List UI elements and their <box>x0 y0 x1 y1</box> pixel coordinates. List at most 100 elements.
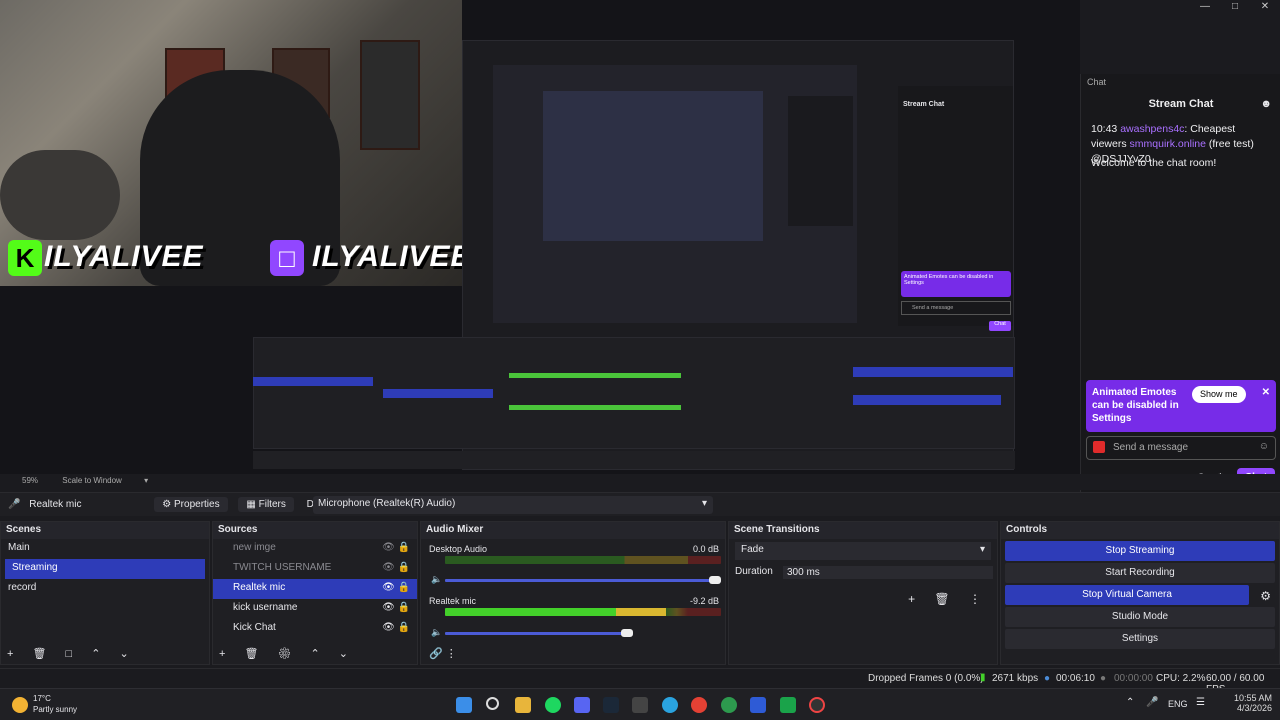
filters-button[interactable]: ▦ Filters <box>238 497 294 512</box>
eye-hidden-icon[interactable]: 👁 🔒 <box>382 542 410 553</box>
transition-toolbar[interactable]: + 🗑 ⋮ <box>908 592 989 606</box>
eye-icon[interactable]: 👁 🔒 <box>382 622 410 633</box>
mixer-toolbar[interactable]: 🔗 ⋮ <box>429 647 457 660</box>
steam-icon[interactable] <box>603 697 619 713</box>
device-select[interactable]: Microphone (Realtek(R) Audio) ▾ <box>313 496 713 514</box>
transitions-title: Scene Transitions <box>729 522 997 539</box>
volume-slider[interactable] <box>445 579 721 582</box>
close-icon[interactable]: ✕ <box>1262 386 1270 399</box>
source-name: Realtek mic <box>233 582 286 593</box>
scene-item[interactable]: Streaming <box>5 559 205 579</box>
clock[interactable]: 10:55 AM 4/3/2026 <box>1232 693 1272 713</box>
source-name: new imge <box>233 542 276 553</box>
app-icon[interactable] <box>750 697 766 713</box>
telegram-icon[interactable] <box>662 697 678 713</box>
discord-icon[interactable] <box>574 697 590 713</box>
source-item[interactable]: TWITCH USERNAME 👁 🔒 <box>213 559 417 579</box>
gear-icon[interactable]: ⚙ <box>1260 589 1271 603</box>
spotify-icon[interactable] <box>545 697 561 713</box>
source-toolbar[interactable]: + 🗑 ⚙ ⌃ ⌄ <box>219 647 356 660</box>
signal-icon: ▮ <box>980 672 986 683</box>
minimize-button[interactable]: — <box>1190 0 1220 14</box>
send-message-input[interactable]: Send a message ☺ <box>1086 436 1276 460</box>
stop-virtual-camera-button[interactable]: Stop Virtual Camera <box>1005 585 1249 605</box>
scenes-title: Scenes <box>1 522 209 539</box>
language[interactable]: ENG <box>1168 699 1188 709</box>
source-item[interactable]: Kick Chat 👁 🔒 <box>213 619 417 639</box>
clock-date: 4/3/2026 <box>1236 703 1272 713</box>
chevron-down-icon: ▾ <box>701 498 707 509</box>
chat-msg-user[interactable]: awashpens4c <box>1120 123 1184 135</box>
scene-toolbar[interactable]: + 🗑 □ ⌃ ⌄ <box>7 647 137 660</box>
eye-icon[interactable]: 👁 🔒 <box>382 582 410 593</box>
taskbar: 17°C Partly sunny ⌃ 🎤 ENG ☰ 10:55 AM 4/3… <box>0 688 1280 720</box>
mic-icon[interactable]: 🎤 <box>1146 697 1158 708</box>
start-icon[interactable] <box>456 697 472 713</box>
wifi-icon[interactable]: ☰ <box>1196 697 1205 708</box>
source-item[interactable]: kick username 👁 🔒 <box>213 599 417 619</box>
scenes-dock: Scenes Main Streaming record + 🗑 □ ⌃ ⌄ <box>0 521 210 665</box>
volume-knob[interactable] <box>709 576 721 584</box>
eye-hidden-icon[interactable]: 👁 🔒 <box>382 562 410 573</box>
channel-db: 0.0 dB <box>692 544 719 554</box>
zoom-percent[interactable]: 59% <box>22 476 38 485</box>
transition-select[interactable]: Fade ▾ <box>735 542 991 560</box>
settings-button[interactable]: Settings <box>1005 629 1275 649</box>
properties-button[interactable]: ⚙ Properties <box>154 497 228 512</box>
emote-picker-icon[interactable]: ☺ <box>1259 441 1269 452</box>
search-icon[interactable] <box>486 697 499 710</box>
user-settings-icon[interactable]: ☻ <box>1260 98 1272 110</box>
preview-canvas[interactable]: K ILYALIVEE □ ILYALIVEE Stream Chat Anim… <box>0 0 1080 474</box>
channel-name: Desktop Audio <box>429 544 488 554</box>
nested-emote-notice: Animated Emotes can be disabled in Setti… <box>901 271 1011 297</box>
maximize-button[interactable]: □ <box>1220 0 1250 14</box>
studio-mode-button[interactable]: Studio Mode <box>1005 607 1275 627</box>
eye-icon[interactable]: 👁 🔒 <box>382 602 410 613</box>
twitch-logo-icon: □ <box>270 240 304 276</box>
emote-notice-text: Animated Emotes can be disabled in Setti… <box>1092 387 1179 424</box>
source-name: kick username <box>233 602 298 613</box>
weather-icon[interactable] <box>12 697 28 713</box>
twitch-username-overlay: ILYALIVEE <box>312 240 462 273</box>
source-name: TWITCH USERNAME <box>233 562 332 573</box>
chevron-down-icon[interactable]: ▾ <box>144 476 148 485</box>
volume-slider[interactable] <box>445 632 633 635</box>
sources-dock: Sources new imge 👁 🔒 TWITCH USERNAME 👁 🔒 R… <box>212 521 418 665</box>
clock-time: 10:55 AM <box>1233 693 1272 703</box>
transition-type: Fade <box>741 544 764 555</box>
source-item[interactable]: Realtek mic 👁 🔒 <box>213 579 417 599</box>
duration-input[interactable]: 300 ms <box>783 566 993 579</box>
close-button[interactable]: ✕ <box>1250 0 1280 14</box>
nested-obs-capture: Stream Chat Animated Emotes can be disab… <box>253 40 1015 470</box>
zoom-mode[interactable]: Scale to Window <box>62 476 122 485</box>
controls-title: Controls <box>1001 522 1279 539</box>
chat-welcome: Welcome to the chat room! <box>1091 157 1217 169</box>
show-me-button[interactable]: Show me <box>1192 386 1246 403</box>
app-icon[interactable] <box>780 697 796 713</box>
transitions-dock: Scene Transitions Fade ▾ Duration 300 ms… <box>728 521 998 665</box>
selected-source-name: Realtek mic <box>29 499 82 510</box>
record-icon: ● <box>1100 673 1107 684</box>
bitrate: 2671 kbps <box>992 673 1039 684</box>
scene-item[interactable]: Main <box>1 539 209 559</box>
chrome-icon[interactable] <box>691 697 707 713</box>
dropped-frames: Dropped Frames 0 (0.0%) <box>868 673 984 684</box>
start-recording-button[interactable]: Start Recording <box>1005 563 1275 583</box>
chrome-profile-icon[interactable] <box>721 697 737 713</box>
tray-chevron-icon[interactable]: ⌃ <box>1126 697 1134 708</box>
stop-streaming-button[interactable]: Stop Streaming <box>1005 541 1275 561</box>
nested-chat-button: Chat <box>989 321 1011 331</box>
speaker-icon[interactable]: 🔈 <box>431 574 442 585</box>
obs-icon[interactable] <box>809 697 825 713</box>
volume-knob[interactable] <box>621 629 633 637</box>
chat-msg-link[interactable]: smmquirk.online <box>1130 138 1206 150</box>
scene-item[interactable]: record <box>1 579 209 599</box>
source-item[interactable]: new imge 👁 🔒 <box>213 539 417 559</box>
app-icon[interactable] <box>632 697 648 713</box>
nested-send-box: Send a message <box>901 301 1011 315</box>
chat-msg-time: 10:43 <box>1091 123 1118 135</box>
speaker-icon[interactable]: 🔈 <box>431 627 442 638</box>
nested-chat-title: Stream Chat <box>903 101 945 108</box>
stream-chat-title: Stream Chat <box>1148 98 1214 110</box>
folder-icon[interactable] <box>515 697 531 713</box>
